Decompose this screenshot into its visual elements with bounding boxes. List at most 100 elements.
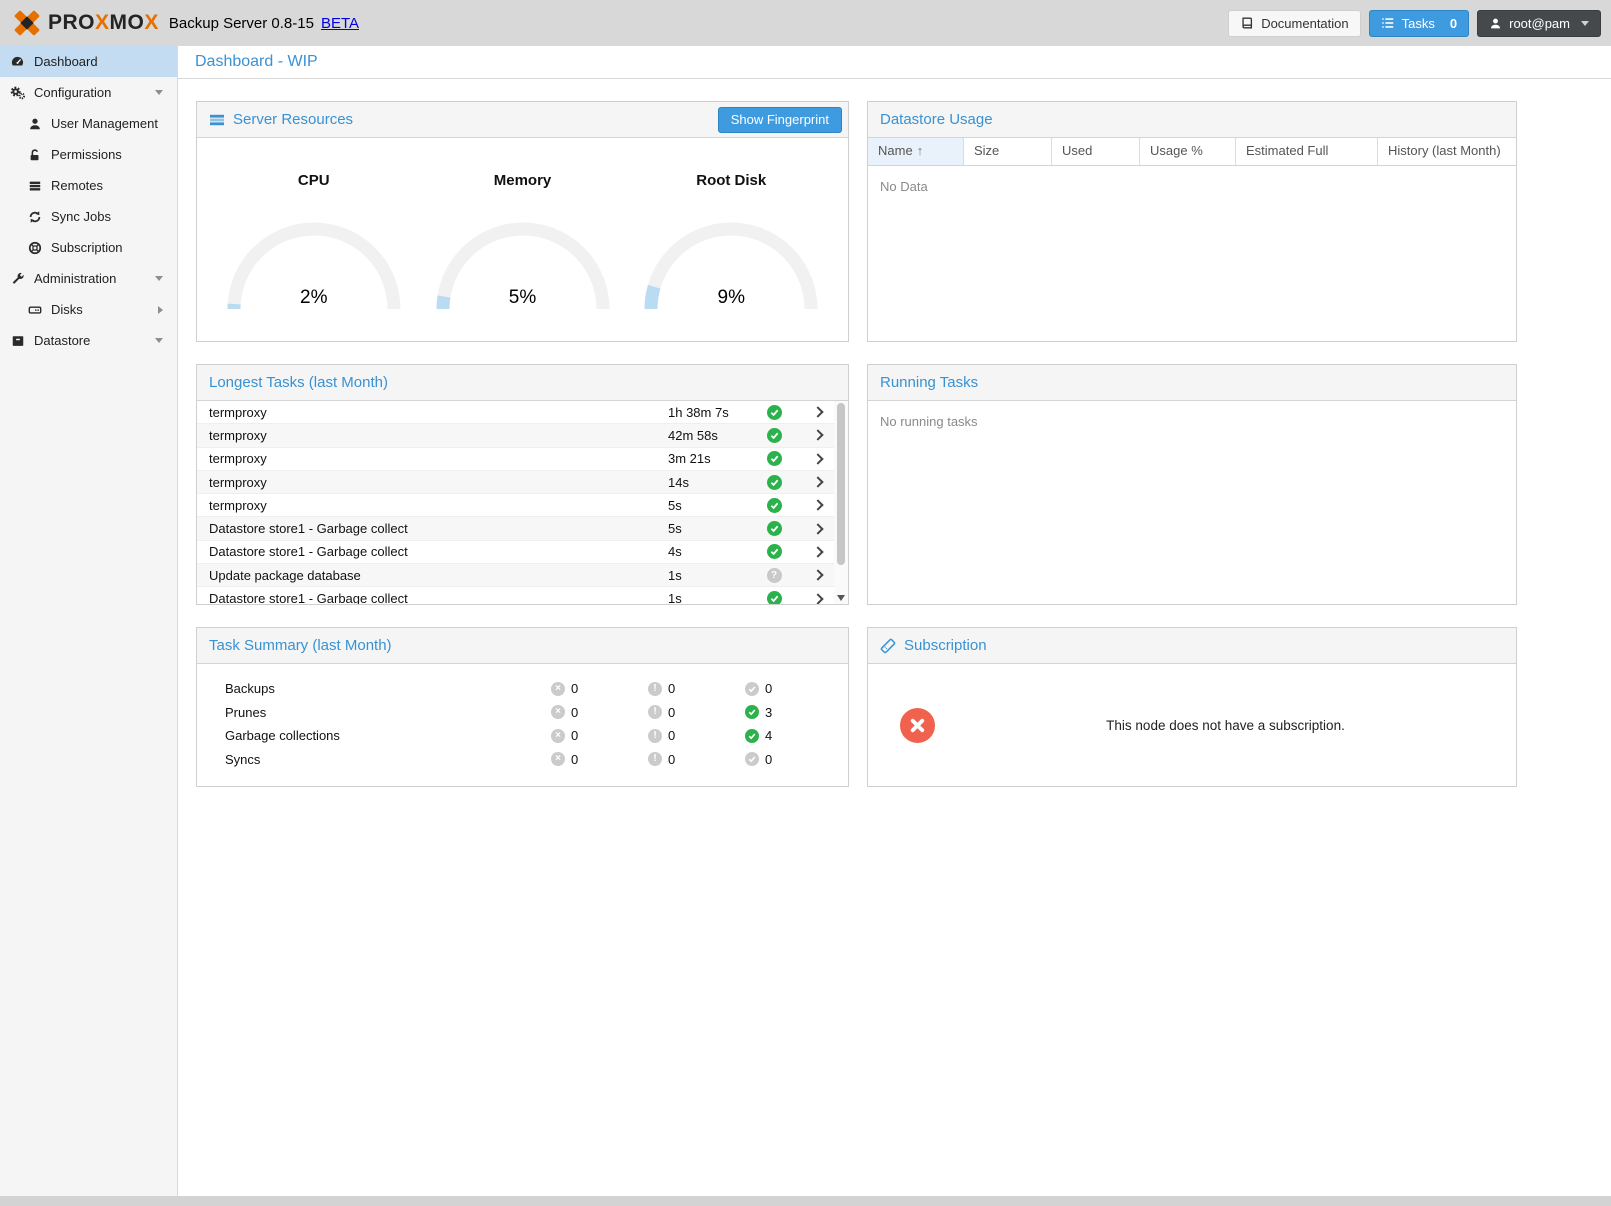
column-header-history[interactable]: History (last Month) (1378, 138, 1516, 165)
sidebar-item-label: User Management (51, 116, 158, 131)
chevron-down-icon[interactable] (155, 338, 163, 343)
summary-label: Prunes (225, 705, 551, 720)
task-duration: 4s (668, 544, 760, 559)
chevron-right-icon[interactable] (812, 453, 823, 464)
refresh-icon (27, 209, 42, 224)
task-row[interactable]: termproxy 14s ? (197, 471, 848, 494)
error-count: 0 (571, 752, 578, 767)
task-row[interactable]: termproxy 1h 38m 7s ? (197, 401, 848, 424)
sidebar-item-remotes[interactable]: Remotes (0, 170, 177, 201)
page-title: Dashboard - WIP (195, 53, 318, 71)
error-count: 0 (571, 681, 578, 696)
sidebar-item-permissions[interactable]: Permissions (0, 139, 177, 170)
chevron-down-icon[interactable] (155, 276, 163, 281)
task-name: Datastore store1 - Garbage collect (209, 544, 668, 559)
task-row[interactable]: Update package database 1s ? (197, 564, 848, 587)
task-row[interactable]: termproxy 42m 58s ? (197, 424, 848, 447)
chevron-right-icon[interactable] (812, 430, 823, 441)
running-tasks-header: Running Tasks (868, 365, 1516, 401)
warning-count: 0 (668, 728, 675, 743)
sidebar-item-dashboard[interactable]: Dashboard (0, 46, 177, 77)
chevron-right-icon[interactable] (812, 546, 823, 557)
task-row[interactable]: Datastore store1 - Garbage collect 1s ? (197, 587, 848, 605)
task-summary-header: Task Summary (last Month) (197, 628, 848, 664)
chevron-right-icon[interactable] (812, 570, 823, 581)
scrollbar-thumb[interactable] (837, 403, 845, 565)
wrench-icon (10, 271, 25, 286)
user-menu-label: root@pam (1509, 16, 1570, 31)
sidebar-item-configuration[interactable]: Configuration (0, 77, 177, 108)
ok-count: 0 (765, 681, 772, 696)
ticket-icon (880, 638, 896, 654)
task-row[interactable]: termproxy 3m 21s ? (197, 448, 848, 471)
status-ok-icon: ? (767, 498, 782, 513)
scrollbar-down-arrow-icon[interactable] (837, 595, 845, 601)
documentation-button[interactable]: Documentation (1228, 10, 1360, 37)
server-resources-panel: Server Resources Show Fingerprint CPU 2% (196, 101, 849, 342)
chevron-right-icon[interactable] (812, 406, 823, 417)
sidebar-item-label: Sync Jobs (51, 209, 111, 224)
chevron-right-icon[interactable] (812, 593, 823, 604)
gauge-value: 2% (214, 287, 414, 309)
task-duration: 3m 21s (668, 451, 760, 466)
column-header-usage-pct[interactable]: Usage % (1140, 138, 1236, 165)
running-tasks-empty-text: No running tasks (868, 401, 1516, 442)
task-list-icon (1381, 16, 1395, 30)
summary-row-prunes: Prunes ×0 !0 3 (197, 701, 848, 725)
column-header-estimated-full[interactable]: Estimated Full (1236, 138, 1378, 165)
task-name: Update package database (209, 568, 668, 583)
task-row[interactable]: Datastore store1 - Garbage collect 4s ? (197, 541, 848, 564)
column-header-size[interactable]: Size (964, 138, 1052, 165)
sidebar-item-administration[interactable]: Administration (0, 263, 177, 294)
sidebar-item-disks[interactable]: Disks (0, 294, 177, 325)
product-name: Backup Server 0.8-15 (169, 15, 314, 32)
datastore-usage-column-headers: Name↑ Size Used Usage % Estimated Full H… (868, 138, 1516, 166)
column-header-name[interactable]: Name↑ (868, 138, 964, 165)
summary-label: Syncs (225, 752, 551, 767)
tasks-button[interactable]: Tasks 0 (1369, 10, 1469, 37)
no-subscription-icon (900, 708, 935, 743)
user-menu-button[interactable]: root@pam (1477, 10, 1601, 37)
ok-count-icon (745, 729, 759, 743)
subscription-title: Subscription (904, 637, 987, 654)
column-header-used[interactable]: Used (1052, 138, 1140, 165)
summary-label: Garbage collections (225, 728, 551, 743)
chevron-right-icon[interactable] (812, 523, 823, 534)
status-ok-icon: ? (767, 591, 782, 605)
warning-count: 0 (668, 681, 675, 696)
gauge-label: Memory (421, 172, 625, 189)
chevron-right-icon[interactable] (812, 500, 823, 511)
subscription-body: This node does not have a subscription. (868, 664, 1516, 787)
ok-count-icon (745, 705, 759, 719)
sidebar-item-datastore[interactable]: Datastore (0, 325, 177, 356)
task-summary-body: Backups ×0 !0 0 Prunes ×0 !0 3 Garbage c… (197, 664, 848, 771)
show-fingerprint-button[interactable]: Show Fingerprint (718, 107, 842, 133)
sidebar-item-subscription[interactable]: Subscription (0, 232, 177, 263)
support-icon (27, 240, 42, 255)
warning-count-icon: ! (648, 729, 662, 743)
sidebar-item-sync-jobs[interactable]: Sync Jobs (0, 201, 177, 232)
error-count: 0 (571, 705, 578, 720)
error-count-icon: × (551, 729, 565, 743)
chevron-down-icon[interactable] (155, 90, 163, 95)
task-row[interactable]: termproxy 5s ? (197, 494, 848, 517)
chevron-right-icon[interactable] (158, 306, 163, 314)
archive-icon (10, 333, 25, 348)
summary-row-syncs: Syncs ×0 !0 0 (197, 748, 848, 772)
sidebar-item-label: Datastore (34, 333, 90, 348)
task-duration: 5s (668, 521, 760, 536)
sidebar-item-label: Remotes (51, 178, 103, 193)
task-summary-title: Task Summary (last Month) (209, 637, 392, 654)
app-header: PROXMOX Backup Server 0.8-15 BETA Docume… (0, 0, 1611, 46)
scrollbar[interactable] (834, 401, 848, 605)
beta-link[interactable]: BETA (321, 15, 359, 32)
sidebar-item-user-management[interactable]: User Management (0, 108, 177, 139)
task-row[interactable]: Datastore store1 - Garbage collect 5s ? (197, 517, 848, 540)
chevron-right-icon[interactable] (812, 476, 823, 487)
subscription-header: Subscription (868, 628, 1516, 664)
dashboard-panels: Server Resources Show Fingerprint CPU 2% (178, 79, 1611, 787)
tachometer-icon (10, 54, 25, 69)
sidebar-item-label: Permissions (51, 147, 122, 162)
task-duration: 42m 58s (668, 428, 760, 443)
tasks-label: Tasks (1402, 16, 1435, 31)
